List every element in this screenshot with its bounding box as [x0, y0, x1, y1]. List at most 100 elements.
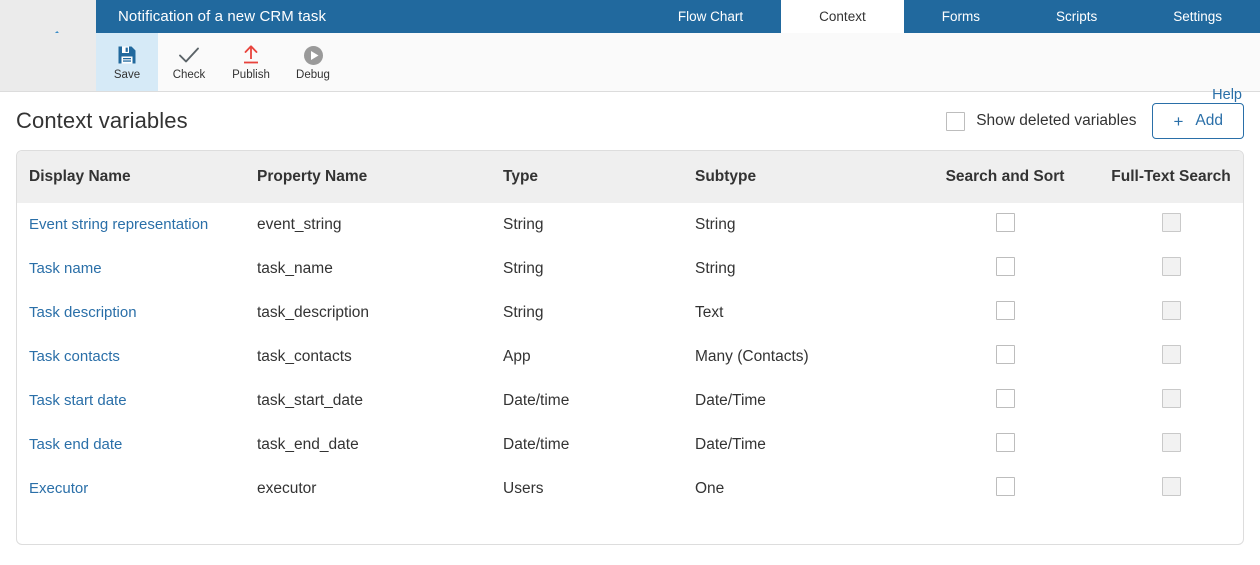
add-label: Add [1195, 112, 1223, 129]
cell-type: String [503, 304, 544, 321]
table-row[interactable]: Task name task_name String String [17, 247, 1243, 291]
cell-display-name: Task start date [17, 379, 245, 423]
cell-subtype: Date/Time [695, 392, 766, 409]
cell-subtype: Many (Contacts) [695, 348, 809, 365]
variable-link[interactable]: Task end date [29, 436, 122, 453]
cell-type: String [503, 216, 544, 233]
variable-link[interactable]: Task start date [29, 392, 127, 409]
cell-property-name: task_contacts [257, 348, 352, 365]
page-header-actions: Show deleted variables + Add [946, 103, 1244, 139]
add-variable-button[interactable]: + Add [1152, 103, 1244, 139]
toolbar: Save Check Publish Debug Help [0, 33, 1260, 105]
variable-link[interactable]: Executor [29, 480, 88, 497]
column-header-property-name[interactable]: Property Name [245, 151, 491, 203]
debug-label: Debug [296, 69, 330, 81]
cell-subtype: One [695, 480, 725, 497]
cell-subtype: String [695, 216, 736, 233]
tab-scripts[interactable]: Scripts [1018, 0, 1135, 33]
full-text-search-checkbox[interactable] [1161, 477, 1181, 496]
search-and-sort-checkbox[interactable] [995, 213, 1015, 232]
context-variables-table-container: Display Name Property Name Type Subtype … [16, 150, 1244, 545]
search-and-sort-checkbox[interactable] [995, 257, 1015, 276]
cell-display-name: Task end date [17, 423, 245, 467]
cell-property-name: task_end_date [257, 436, 359, 453]
cell-search-and-sort[interactable] [917, 423, 1093, 467]
column-header-subtype[interactable]: Subtype [683, 151, 917, 203]
full-text-search-checkbox[interactable] [1161, 345, 1181, 364]
cell-search-and-sort[interactable] [917, 467, 1093, 511]
cell-display-name: Task contacts [17, 335, 245, 379]
full-text-search-checkbox[interactable] [1161, 389, 1181, 408]
cell-full-text-search[interactable] [1093, 291, 1243, 335]
show-deleted-variables-toggle[interactable]: Show deleted variables [946, 111, 1137, 131]
search-and-sort-checkbox[interactable] [995, 301, 1015, 320]
table-row[interactable]: Task start date task_start_date Date/tim… [17, 379, 1243, 423]
search-and-sort-checkbox[interactable] [995, 389, 1015, 408]
cell-display-name: Task description [17, 291, 245, 335]
column-header-full-text-search[interactable]: Full-Text Search [1093, 151, 1243, 203]
cell-type: Date/time [503, 436, 570, 453]
tab-context[interactable]: Context [781, 0, 904, 33]
table-row[interactable]: Task contacts task_contacts App Many (Co… [17, 335, 1243, 379]
cell-full-text-search[interactable] [1093, 247, 1243, 291]
variable-link[interactable]: Task description [29, 304, 137, 321]
upload-arrow-icon [241, 44, 261, 66]
toolbar-items: Save Check Publish Debug [96, 33, 344, 91]
check-button[interactable]: Check [158, 33, 220, 91]
full-text-search-checkbox[interactable] [1161, 301, 1181, 320]
full-text-search-checkbox[interactable] [1161, 433, 1181, 452]
cell-search-and-sort[interactable] [917, 335, 1093, 379]
cell-property-name: task_name [257, 260, 333, 277]
column-header-search-and-sort[interactable]: Search and Sort [917, 151, 1093, 203]
cell-property-name: task_start_date [257, 392, 363, 409]
table-row[interactable]: Executor executor Users One [17, 467, 1243, 511]
cell-property-name: executor [257, 480, 317, 497]
table-row[interactable]: Task description task_description String… [17, 291, 1243, 335]
column-header-display-name[interactable]: Display Name [17, 151, 245, 203]
save-button[interactable]: Save [96, 33, 158, 91]
search-and-sort-checkbox[interactable] [995, 345, 1015, 364]
cell-search-and-sort[interactable] [917, 203, 1093, 247]
cell-type: Users [503, 480, 544, 497]
publish-button[interactable]: Publish [220, 33, 282, 91]
save-label: Save [113, 69, 141, 81]
cell-full-text-search[interactable] [1093, 379, 1243, 423]
debug-button[interactable]: Debug [282, 33, 344, 91]
cell-search-and-sort[interactable] [917, 291, 1093, 335]
cell-display-name: Executor [17, 467, 245, 511]
table-row[interactable]: Task end date task_end_date Date/time Da… [17, 423, 1243, 467]
search-and-sort-checkbox[interactable] [995, 433, 1015, 452]
cell-full-text-search[interactable] [1093, 467, 1243, 511]
tab-settings[interactable]: Settings [1135, 0, 1260, 33]
cell-display-name: Event string representation [17, 203, 245, 247]
show-deleted-checkbox[interactable] [946, 111, 966, 131]
show-deleted-label: Show deleted variables [976, 112, 1137, 129]
full-text-search-checkbox[interactable] [1161, 257, 1181, 276]
cell-search-and-sort[interactable] [917, 247, 1093, 291]
cell-subtype: Date/Time [695, 436, 766, 453]
cell-full-text-search[interactable] [1093, 335, 1243, 379]
cell-subtype: String [695, 260, 736, 277]
tab-forms[interactable]: Forms [904, 0, 1018, 33]
cell-search-and-sort[interactable] [917, 379, 1093, 423]
main-tabs: Flow Chart Context Forms Scripts Setting… [640, 0, 1260, 33]
cell-full-text-search[interactable] [1093, 423, 1243, 467]
cell-property-name: event_string [257, 216, 342, 233]
top-bar-blue-strip: Notification of a new CRM task Flow Char… [96, 0, 1260, 33]
page-header: Context variables Show deleted variables… [0, 92, 1260, 150]
full-text-search-checkbox[interactable] [1161, 213, 1181, 232]
table-row[interactable]: Event string representation event_string… [17, 203, 1243, 247]
search-and-sort-checkbox[interactable] [995, 477, 1015, 496]
cell-full-text-search[interactable] [1093, 203, 1243, 247]
column-header-type[interactable]: Type [491, 151, 683, 203]
app-title: Notification of a new CRM task [118, 8, 327, 25]
cell-subtype: Text [695, 304, 724, 321]
variable-link[interactable]: Task name [29, 260, 102, 277]
variable-link[interactable]: Event string representation [29, 216, 208, 233]
cell-property-name: task_description [257, 304, 370, 321]
variable-link[interactable]: Task contacts [29, 348, 120, 365]
tab-flow-chart[interactable]: Flow Chart [640, 0, 781, 33]
cell-type: App [503, 348, 531, 365]
page-title: Context variables [16, 108, 188, 133]
cell-type: Date/time [503, 392, 570, 409]
